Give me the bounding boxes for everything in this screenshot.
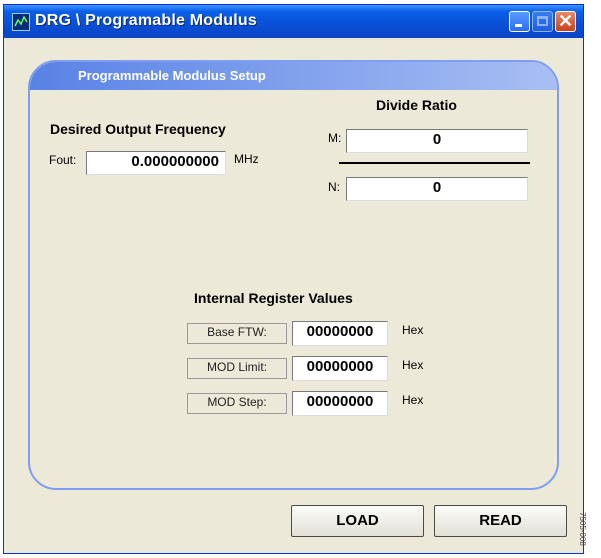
close-button[interactable]: ✕ <box>555 11 576 32</box>
fout-unit: MHz <box>234 152 259 166</box>
load-button[interactable]: LOAD <box>291 505 424 537</box>
app-icon <box>12 13 30 31</box>
maximize-icon <box>537 16 548 26</box>
ratio-divider-line <box>339 162 530 164</box>
base-ftw-value: 00000000 <box>292 321 388 346</box>
minimize-button[interactable] <box>509 11 530 32</box>
base-ftw-label: Base FTW: <box>187 323 287 344</box>
m-label: M: <box>328 131 342 145</box>
divide-ratio-heading: Divide Ratio <box>376 97 457 113</box>
read-button[interactable]: READ <box>434 505 567 537</box>
window-title: DRG \ Programable Modulus <box>35 12 257 29</box>
base-ftw-unit: Hex <box>402 323 424 337</box>
title-bar[interactable]: DRG \ Programable Modulus ✕ <box>4 5 583 38</box>
mod-step-unit: Hex <box>402 393 424 407</box>
register-values-heading: Internal Register Values <box>194 290 353 306</box>
mod-limit-label: MOD Limit: <box>187 358 287 379</box>
figure-code: 7505-008 <box>578 512 587 546</box>
mod-limit-unit: Hex <box>402 358 424 372</box>
mod-limit-value: 00000000 <box>292 356 388 381</box>
mod-step-label: MOD Step: <box>187 393 287 414</box>
output-frequency-heading: Desired Output Frequency <box>50 121 226 137</box>
close-icon: ✕ <box>557 11 574 31</box>
panel-header: Programmable Modulus Setup <box>30 62 557 90</box>
maximize-button[interactable] <box>532 11 553 32</box>
n-label: N: <box>328 180 340 194</box>
panel-title: Programmable Modulus Setup <box>78 68 266 83</box>
app-window: DRG \ Programable Modulus ✕ Programmable… <box>3 4 584 554</box>
mod-step-value: 00000000 <box>292 391 388 416</box>
minimize-icon <box>515 24 522 27</box>
n-input[interactable]: 0 <box>346 177 528 201</box>
m-input[interactable]: 0 <box>346 129 528 153</box>
fout-input[interactable]: 0.000000000 <box>86 151 226 175</box>
fout-label: Fout: <box>49 153 77 167</box>
